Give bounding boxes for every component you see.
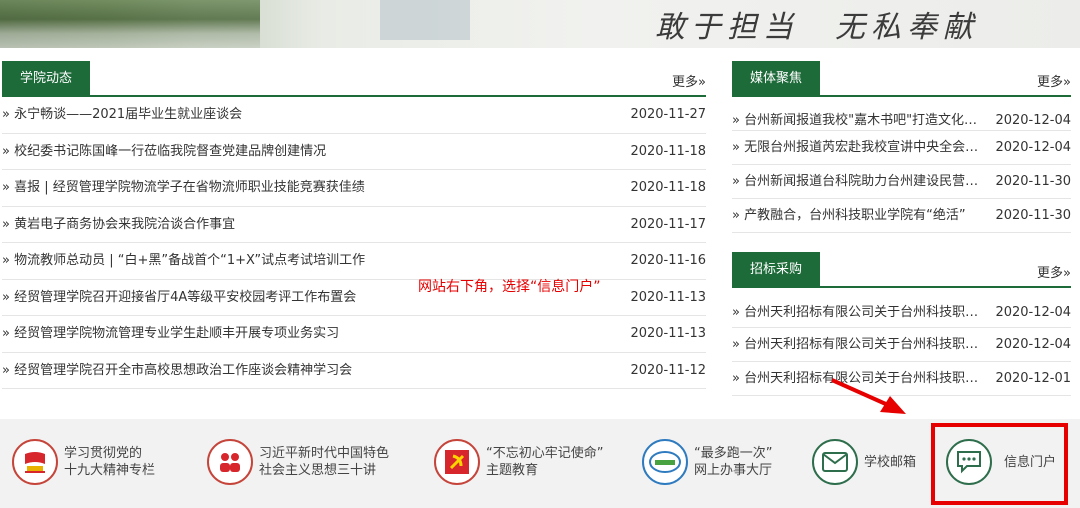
- pointer-arrow: [831, 378, 906, 414]
